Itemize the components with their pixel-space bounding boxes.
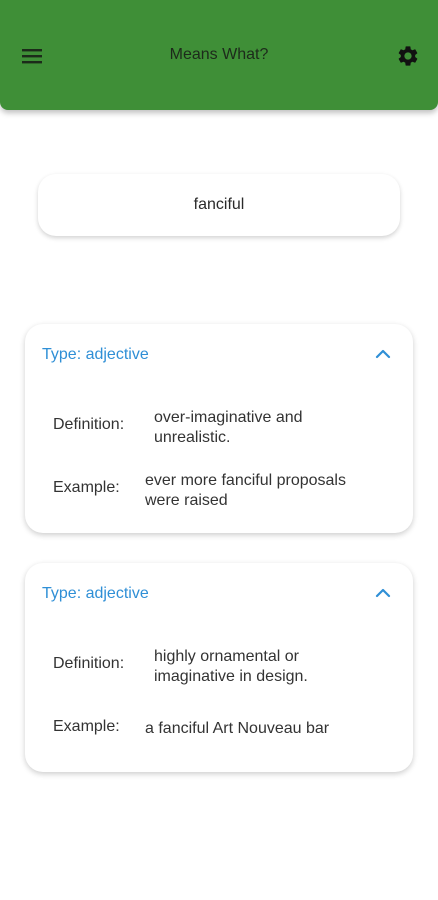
definition-card: Type: adjective Definition: highly ornam… <box>25 563 413 772</box>
word-type-label: Type: adjective <box>42 346 149 363</box>
definition-label: Definition: <box>53 416 125 433</box>
gear-icon <box>398 46 418 66</box>
card-header[interactable]: Type: adjective <box>25 563 413 625</box>
definition-card: Type: adjective Definition: over-imagina… <box>25 324 413 533</box>
example-text: ever more fanciful proposals were raised <box>145 472 346 509</box>
definition-text: highly ornamental or imaginative in desi… <box>154 648 308 685</box>
settings-button[interactable] <box>390 40 426 72</box>
app-bar: Means What? <box>0 0 438 110</box>
example-label: Example: <box>53 718 120 735</box>
chevron-up-icon[interactable] <box>373 583 393 603</box>
example-label: Example: <box>53 479 120 496</box>
search-field <box>38 174 400 236</box>
definition-text: over-imaginative and unrealistic. <box>154 409 303 446</box>
app-screen: Means What? Type: adjective Definition: … <box>0 0 438 900</box>
chevron-up-icon[interactable] <box>373 344 393 364</box>
app-title: Means What? <box>169 46 269 63</box>
word-type-label: Type: adjective <box>42 585 149 602</box>
search-input[interactable] <box>54 195 384 215</box>
card-header[interactable]: Type: adjective <box>25 324 413 386</box>
definition-label: Definition: <box>53 655 125 672</box>
example-text: a fanciful Art Nouveau bar <box>145 720 330 737</box>
